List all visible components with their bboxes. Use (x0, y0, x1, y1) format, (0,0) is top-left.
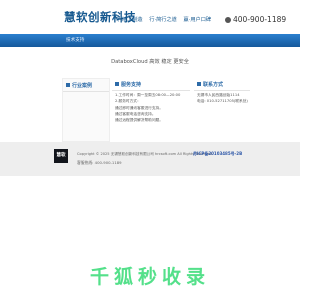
site-footer: 慧软 Copyright © 2025 无锡慧软创新科技有限公司 hrcsoft… (0, 142, 300, 176)
phone-number: 400-900-1189 (233, 15, 287, 24)
slogan-3: 赢·用户口碑 (183, 17, 212, 23)
main-nav: 技术支持 (0, 34, 300, 47)
case-box: 行业案例 (62, 78, 110, 142)
service-box: 服务支持 1.工作时间：周一至周五08:00—20:00 2.服务时方式： 通过… (112, 78, 190, 140)
site-header: 慧软创新科技 专·精工制造 行·简行之道 赢·用户口碑 400-900-1189 (0, 0, 300, 34)
nav-item-tech-support[interactable]: 技术支持 (66, 37, 84, 43)
case-heading: 行业案例 (63, 79, 109, 92)
footer-phone: 客服热线: 400-900-1189 (77, 160, 122, 165)
footer-logo: 慧软 (54, 149, 68, 163)
slogan-bar: 专·精工制造 行·简行之道 赢·用户口碑 (115, 16, 216, 23)
service-heading-label: 服务支持 (121, 82, 142, 88)
contact-heading: 联系方式 (194, 78, 250, 91)
case-icon (66, 83, 70, 87)
watermark-text: 千狐秒收录 (89, 266, 210, 288)
contact-line: 电话: 010-52711705(联系处) (197, 99, 248, 104)
contact-box: 联系方式 无锡市人民西路创始1114 电话: 010-52711705(联系处) (194, 78, 250, 140)
service-heading: 服务支持 (112, 78, 190, 91)
page-title: DataboxCloud 高效 稳定 更安全 (111, 59, 189, 65)
phone-icon (225, 17, 231, 23)
service-icon (115, 82, 119, 86)
header-phone: 400-900-1189 (225, 15, 286, 24)
slogan-1: 专·精工制造 (115, 17, 143, 23)
service-line: 1.工作时间：周一至周五08:00—20:00 (115, 92, 181, 97)
contact-icon (197, 82, 201, 86)
case-heading-label: 行业案例 (72, 83, 93, 89)
service-line: 通过远程提供解决帮助问题。 (115, 118, 163, 123)
contact-heading-label: 联系方式 (203, 82, 224, 88)
slogan-2: 行·简行之道 (149, 17, 177, 23)
icp-link[interactable]: 苏ICP备20103485号-2B (193, 151, 242, 157)
